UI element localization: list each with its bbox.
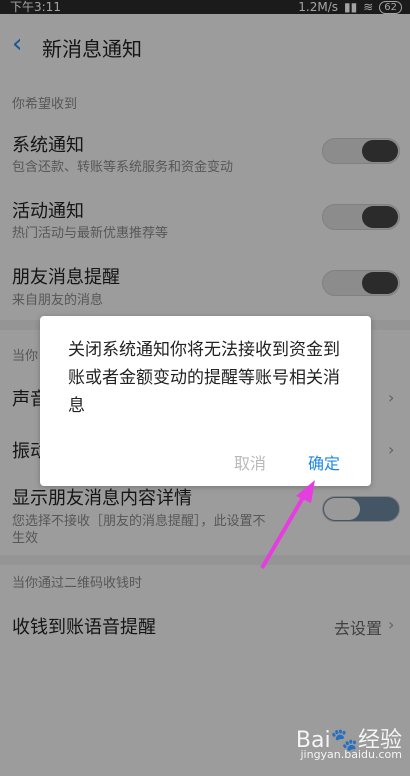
annotation-arrow: [260, 480, 315, 570]
arrow-head: [296, 480, 315, 503]
watermark-url: jingyan.baidu.com: [300, 748, 402, 761]
watermark: Bai🐾经验 jingyan.baidu.com: [242, 722, 402, 766]
arrow-shaft: [260, 492, 307, 570]
